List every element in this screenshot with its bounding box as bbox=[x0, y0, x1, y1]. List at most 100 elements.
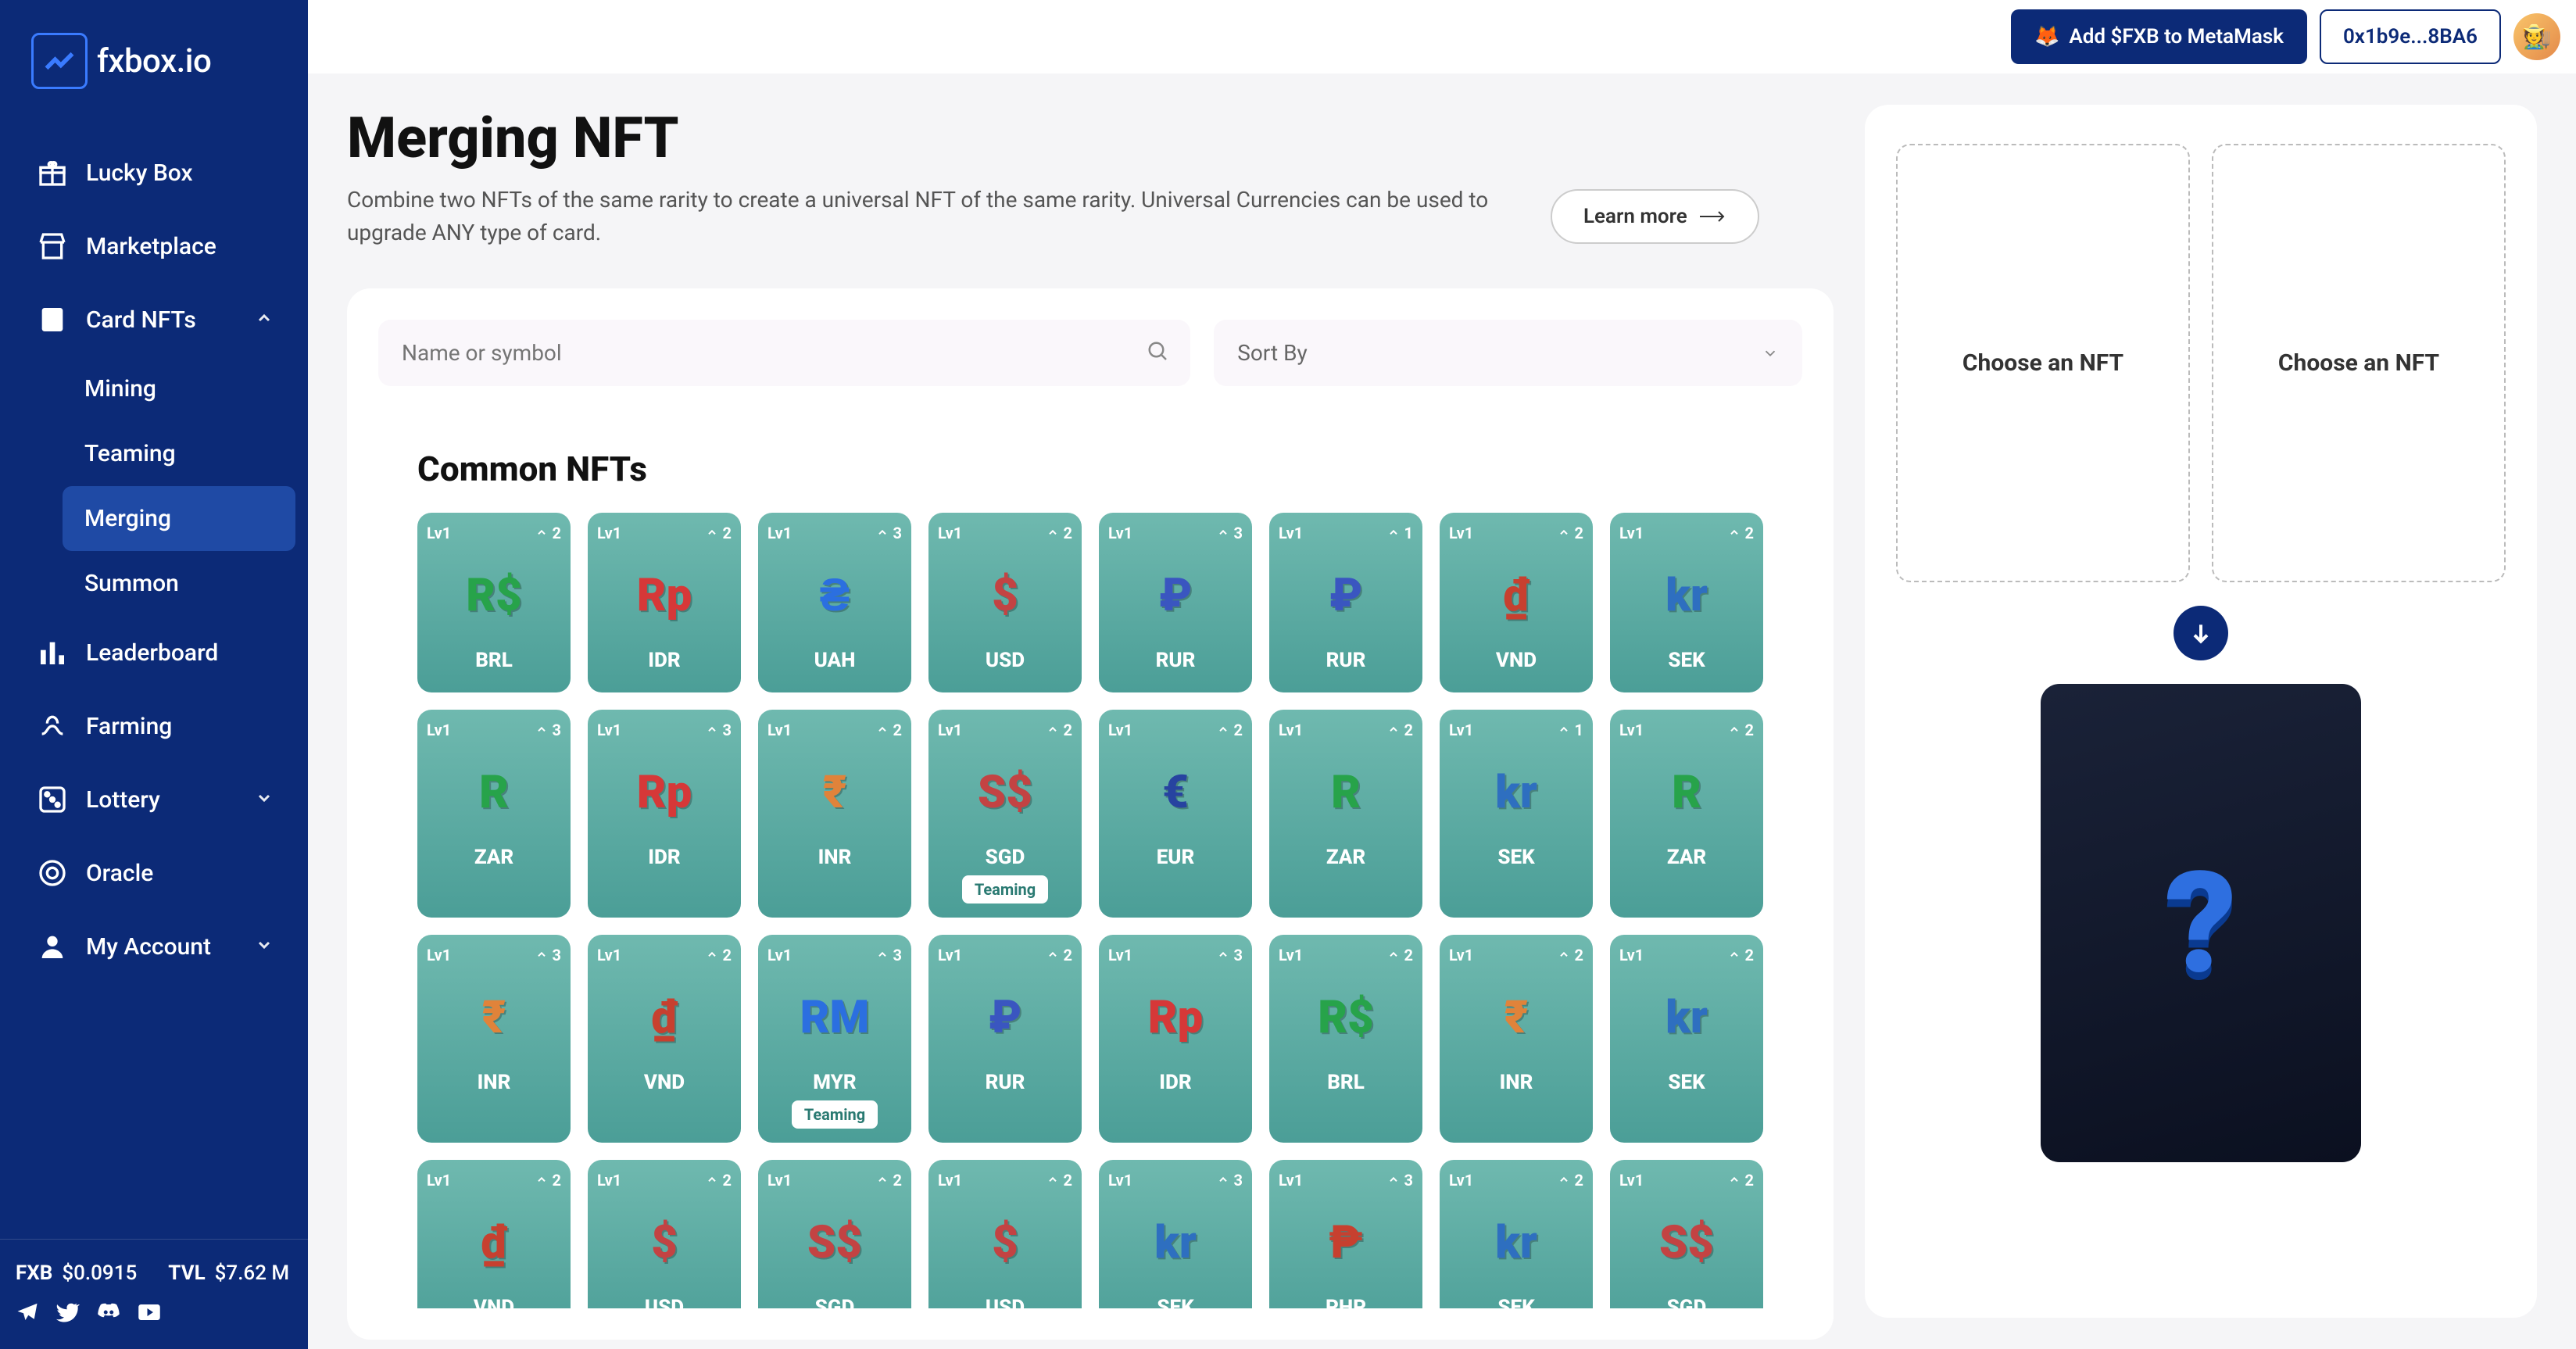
avatar[interactable]: 🧑‍🌾 bbox=[2513, 13, 2560, 60]
sidebar: fxbox.io Lucky BoxMarketplaceCard NFTsMi… bbox=[0, 0, 308, 1349]
nft-card[interactable]: Lv12€EUR bbox=[1099, 710, 1252, 918]
sidebar-item-my-account[interactable]: My Account bbox=[13, 910, 295, 983]
nft-scroll[interactable]: Common NFTs Lv12R$BRLLv12RpIDRLv13₴UAHLv… bbox=[378, 417, 1802, 1308]
nft-card[interactable]: Lv12₫VND bbox=[1440, 513, 1593, 692]
nft-card[interactable]: Lv13₱PHP bbox=[1269, 1160, 1422, 1308]
page-title: Merging NFT bbox=[347, 105, 1834, 171]
arrow-right-icon bbox=[1700, 210, 1726, 223]
nft-card[interactable]: Lv13RMMYRTeaming bbox=[758, 935, 911, 1143]
nft-card[interactable]: Lv12RpIDR bbox=[588, 513, 741, 692]
sidebar-subitem-teaming[interactable]: Teaming bbox=[63, 421, 295, 486]
nft-symbol-icon: Rp bbox=[625, 753, 703, 832]
sidebar-subitem-summon[interactable]: Summon bbox=[63, 551, 295, 616]
sidebar-item-lucky-box[interactable]: Lucky Box bbox=[13, 136, 295, 209]
learn-more-button[interactable]: Learn more bbox=[1551, 189, 1759, 244]
level-up-icon bbox=[1217, 1174, 1229, 1186]
nft-card[interactable]: Lv12$USD bbox=[588, 1160, 741, 1308]
nft-symbol: SGD bbox=[815, 1296, 855, 1308]
nft-card[interactable]: Lv12krSEK bbox=[1610, 935, 1763, 1143]
nft-symbol: VND bbox=[644, 1071, 685, 1094]
nft-card[interactable]: Lv12R$BRL bbox=[417, 513, 571, 692]
discord-icon[interactable] bbox=[97, 1301, 120, 1327]
chevron-icon bbox=[255, 933, 274, 961]
nft-count: 2 bbox=[1745, 946, 1754, 964]
nft-count: 3 bbox=[1234, 946, 1243, 964]
youtube-icon[interactable] bbox=[138, 1301, 161, 1327]
nft-card[interactable]: Lv13RpIDR bbox=[588, 710, 741, 918]
nft-count: 2 bbox=[893, 721, 902, 739]
nft-card[interactable]: Lv12S$SGDTeaming bbox=[928, 710, 1082, 918]
level-up-icon bbox=[1217, 724, 1229, 736]
logo[interactable]: fxbox.io bbox=[0, 0, 308, 113]
nft-symbol: MYR bbox=[813, 1071, 856, 1094]
nft-symbol-icon: $ bbox=[966, 556, 1044, 635]
nft-card[interactable]: Lv12S$SGD bbox=[1610, 1160, 1763, 1308]
nft-symbol: RUR bbox=[986, 1071, 1025, 1094]
nft-card[interactable]: Lv12₫VND bbox=[417, 1160, 571, 1308]
search-input[interactable] bbox=[378, 320, 1190, 386]
nft-card[interactable]: Lv13krSEK bbox=[1099, 1160, 1252, 1308]
level-up-icon bbox=[535, 949, 548, 961]
nft-card[interactable]: Lv12krSEK bbox=[1610, 513, 1763, 692]
nft-level: Lv1 bbox=[1108, 524, 1132, 542]
level-up-icon bbox=[1728, 724, 1741, 736]
nft-symbol: VND bbox=[1496, 649, 1537, 672]
nft-card[interactable]: Lv12$USD bbox=[928, 513, 1082, 692]
nft-symbol-icon: RM bbox=[796, 979, 874, 1057]
nft-level: Lv1 bbox=[938, 946, 962, 964]
nft-symbol: SEK bbox=[1668, 1071, 1705, 1094]
nft-count: 2 bbox=[1404, 946, 1413, 964]
chevron-icon bbox=[255, 786, 274, 814]
nft-card[interactable]: Lv13₽RUR bbox=[1099, 513, 1252, 692]
nft-card[interactable]: Lv12₹INR bbox=[758, 710, 911, 918]
sidebar-item-lottery[interactable]: Lottery bbox=[13, 763, 295, 836]
wallet-button[interactable]: 0x1b9e...8BA6 bbox=[2320, 9, 2501, 64]
nft-level: Lv1 bbox=[427, 946, 451, 964]
nft-level: Lv1 bbox=[1279, 524, 1303, 542]
sidebar-item-card-nfts[interactable]: Card NFTs bbox=[13, 283, 295, 356]
nft-level: Lv1 bbox=[597, 946, 621, 964]
add-fxb-button[interactable]: 🦊 Add $FXB to MetaMask bbox=[2011, 9, 2307, 64]
level-up-icon bbox=[1387, 949, 1400, 961]
question-mark-icon: ? bbox=[2165, 841, 2237, 1006]
nft-card[interactable]: Lv11krSEK bbox=[1440, 710, 1593, 918]
nft-level: Lv1 bbox=[1449, 524, 1473, 542]
section-title: Common NFTs bbox=[417, 449, 1763, 489]
nft-card[interactable]: Lv12R$BRL bbox=[1269, 935, 1422, 1143]
sidebar-item-leaderboard[interactable]: Leaderboard bbox=[13, 616, 295, 689]
sort-dropdown[interactable]: Sort By bbox=[1214, 320, 1802, 386]
nft-card[interactable]: Lv13RpIDR bbox=[1099, 935, 1252, 1143]
nft-card[interactable]: Lv13₴UAH bbox=[758, 513, 911, 692]
nft-card[interactable]: Lv13RZAR bbox=[417, 710, 571, 918]
telegram-icon[interactable] bbox=[16, 1301, 39, 1327]
nft-count: 3 bbox=[1234, 1171, 1243, 1190]
sidebar-subitem-merging[interactable]: Merging bbox=[63, 486, 295, 551]
nft-card[interactable]: Lv12₫VND bbox=[588, 935, 741, 1143]
sidebar-item-oracle[interactable]: Oracle bbox=[13, 836, 295, 910]
nft-card[interactable]: Lv12RZAR bbox=[1269, 710, 1422, 918]
nft-card[interactable]: Lv12$USD bbox=[928, 1160, 1082, 1308]
nft-level: Lv1 bbox=[597, 524, 621, 542]
merge-slot-1[interactable]: Choose an NFT bbox=[1896, 144, 2190, 582]
nft-card[interactable]: Lv12krSEK bbox=[1440, 1160, 1593, 1308]
nft-level: Lv1 bbox=[938, 1171, 962, 1190]
sidebar-item-marketplace[interactable]: Marketplace bbox=[13, 209, 295, 283]
nft-card[interactable]: Lv13₹INR bbox=[417, 935, 571, 1143]
nft-count: 3 bbox=[553, 721, 561, 739]
brand-text: fxbox.io bbox=[97, 42, 211, 81]
nft-card[interactable]: Lv12RZAR bbox=[1610, 710, 1763, 918]
nft-symbol: SEK bbox=[1497, 1296, 1534, 1308]
nft-card[interactable]: Lv12S$SGD bbox=[758, 1160, 911, 1308]
nft-card[interactable]: Lv12₹INR bbox=[1440, 935, 1593, 1143]
level-up-icon bbox=[1217, 949, 1229, 961]
sidebar-subitem-mining[interactable]: Mining bbox=[63, 356, 295, 421]
nft-symbol-icon: kr bbox=[1648, 556, 1726, 635]
search-field[interactable] bbox=[378, 320, 1190, 386]
nft-card[interactable]: Lv12₽RUR bbox=[928, 935, 1082, 1143]
twitter-icon[interactable] bbox=[56, 1301, 80, 1327]
sidebar-item-farming[interactable]: Farming bbox=[13, 689, 295, 763]
nft-count: 2 bbox=[1234, 721, 1243, 739]
nft-card[interactable]: Lv11₽RUR bbox=[1269, 513, 1422, 692]
merge-slot-2[interactable]: Choose an NFT bbox=[2212, 144, 2506, 582]
nft-symbol-icon: $ bbox=[966, 1204, 1044, 1282]
